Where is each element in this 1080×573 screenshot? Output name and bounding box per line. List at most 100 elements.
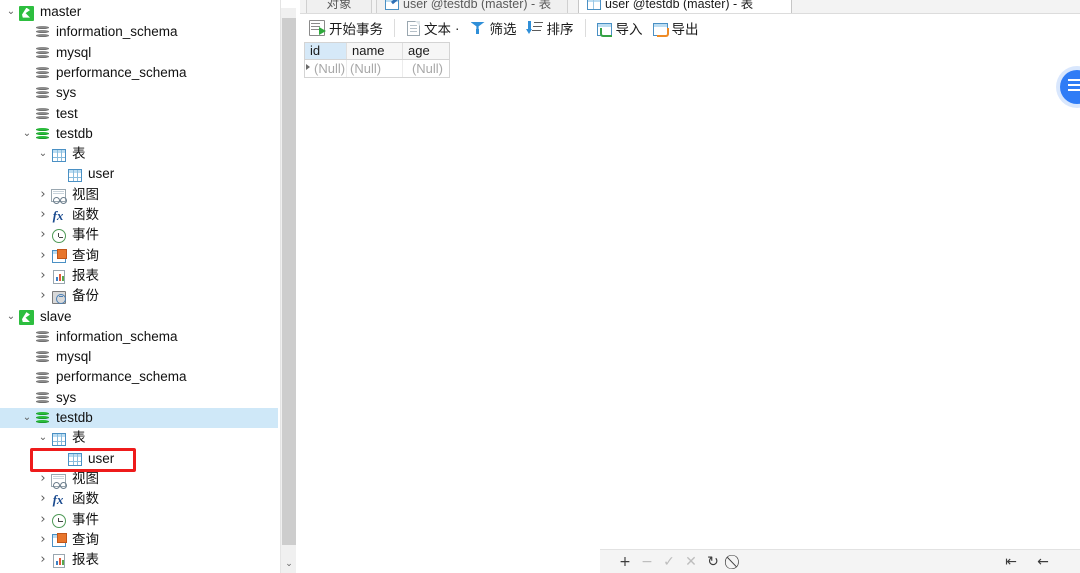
chevron-down-icon[interactable]: ⌄ (20, 408, 34, 428)
chevron-down-icon[interactable]: ⌄ (36, 144, 50, 164)
import-button[interactable]: 导入 (592, 16, 648, 40)
refresh-button[interactable]: ↻ (702, 552, 724, 572)
tree-item--[interactable]: › 报表 (0, 550, 278, 570)
database-icon (36, 67, 49, 81)
chevron-right-icon[interactable]: › (36, 225, 50, 245)
tree-item-information_schema[interactable]: information_schema (0, 327, 278, 347)
tree-item-test[interactable]: test (0, 104, 278, 124)
tree-item--[interactable]: › 备份 (0, 286, 278, 306)
cell-age[interactable]: (Null) (403, 60, 447, 77)
tree-item-user[interactable]: user (0, 164, 278, 184)
tree-item-label: 事件 (72, 511, 99, 527)
tree-item-slave[interactable]: ⌄ slave (0, 307, 278, 327)
tree-item--[interactable]: › 事件 (0, 225, 278, 245)
begin-transaction-icon (309, 20, 326, 36)
chevron-right-icon[interactable]: › (36, 510, 50, 530)
database-tree[interactable]: ⌄ master information_schema mysql performanc… (0, 0, 278, 573)
chevron-right-icon[interactable]: › (36, 530, 50, 550)
tree-item-icon (50, 268, 68, 285)
tree-item-mysql[interactable]: mysql (0, 43, 278, 63)
begin-transaction-label: 开始事务 (329, 22, 383, 37)
tab-objects[interactable]: 对象 (306, 0, 372, 13)
tree-item--[interactable]: › 查询 (0, 246, 278, 266)
chevron-down-icon[interactable]: ⌄ (36, 428, 50, 448)
chevron-right-icon[interactable]: › (36, 286, 50, 306)
scrollbar-thumb[interactable] (282, 18, 296, 545)
chevron-right-icon[interactable]: › (36, 246, 50, 266)
discard-change-button[interactable]: ✕ (680, 552, 702, 572)
tree-item--[interactable]: › 视图 (0, 469, 278, 489)
table-icon (68, 169, 82, 183)
chevron-right-icon[interactable]: › (36, 205, 50, 225)
sidebar-scrollbar[interactable]: ⌄ (280, 0, 296, 573)
tab-user-table-data[interactable]: user @testdb (master) - 表 (578, 0, 792, 13)
tree-item--[interactable]: › 查询 (0, 530, 278, 550)
tree-item--[interactable]: › fx 函数 (0, 489, 278, 509)
chevron-right-icon[interactable]: › (36, 469, 50, 489)
tree-item-testdb[interactable]: ⌄ testdb (0, 124, 278, 144)
chevron-down-icon[interactable]: ⌄ (4, 307, 18, 327)
tree-item-icon (50, 187, 68, 205)
previous-record-button[interactable]: ← (1032, 552, 1054, 572)
tree-item-performance_schema[interactable]: performance_schema (0, 63, 278, 83)
tree-item-user[interactable]: user (0, 449, 278, 469)
tree-item--[interactable]: ⌄ 表 (0, 144, 278, 164)
tree-item--[interactable]: › 报表 (0, 266, 278, 286)
filter-button[interactable]: 筛选 (465, 16, 522, 40)
table-icon (587, 0, 601, 10)
column-header-name[interactable]: name (347, 43, 403, 59)
tree-item--[interactable]: › 视图 (0, 185, 278, 205)
tree-item-icon (34, 390, 52, 406)
chevron-right-icon[interactable]: › (36, 185, 50, 205)
tree-item-icon (50, 227, 68, 244)
first-record-button[interactable]: ⇤ (1000, 552, 1022, 572)
column-header-age[interactable]: age (403, 43, 447, 59)
tree-item-performance_schema[interactable]: performance_schema (0, 367, 278, 387)
database-open-icon (36, 127, 49, 142)
backup-icon (52, 290, 66, 304)
tree-item-label: 函数 (72, 491, 99, 507)
chevron-right-icon[interactable]: › (36, 489, 50, 509)
chevron-right-icon[interactable]: › (36, 550, 50, 570)
tree-item-master[interactable]: ⌄ master (0, 2, 278, 22)
cell-id[interactable]: (Null) (305, 60, 347, 77)
tree-item--[interactable]: ⌄ 表 (0, 428, 278, 448)
export-button[interactable]: 导出 (648, 16, 704, 40)
tree-item-testdb[interactable]: ⌄ testdb (0, 408, 278, 429)
chevron-down-icon[interactable]: ⌄ (20, 124, 34, 144)
tree-item--[interactable]: › fx 函数 (0, 205, 278, 225)
cell-name[interactable]: (Null) (347, 60, 403, 77)
scroll-down-arrow-icon[interactable]: ⌄ (281, 555, 296, 573)
main-panel: 对象 user @testdb (master) - 表 user @testd… (300, 0, 1080, 573)
tree-item-information_schema[interactable]: information_schema (0, 22, 278, 42)
table-row[interactable]: (Null) (Null) (Null) (304, 60, 450, 78)
tree-item-icon (34, 85, 52, 101)
text-button[interactable]: 文本 · (401, 16, 465, 40)
sort-button[interactable]: 排序 (522, 16, 579, 40)
chevron-down-icon[interactable]: · (455, 21, 460, 36)
tree-item-sys[interactable]: sys (0, 388, 278, 408)
tree-item--[interactable]: › 事件 (0, 510, 278, 530)
data-grid[interactable]: id name age (Null) (Null) (Null) (304, 42, 450, 78)
data-toolbar: 开始事务 文本 · 筛选 排序 导入 导出 (300, 14, 1080, 42)
chevron-right-icon[interactable]: › (36, 266, 50, 286)
tab-user-table-editor[interactable]: user @testdb (master) - 表 (376, 0, 568, 13)
chevron-down-icon[interactable]: ⌄ (4, 2, 18, 22)
begin-transaction-button[interactable]: 开始事务 (304, 16, 388, 40)
tree-item-sys[interactable]: sys (0, 83, 278, 103)
tree-item-icon (18, 4, 36, 21)
add-record-button[interactable]: + (614, 552, 636, 572)
column-header-id[interactable]: id (305, 43, 347, 59)
tree-item-mysql[interactable]: mysql (0, 347, 278, 367)
import-label: 导入 (615, 22, 643, 37)
text-icon (407, 20, 420, 36)
tree-item-label: performance_schema (56, 369, 187, 385)
delete-record-button[interactable]: − (636, 552, 658, 572)
menu-badge-icon[interactable] (1060, 70, 1080, 104)
tree-item-label: user (88, 166, 115, 182)
tree-item-label: 备份 (72, 288, 99, 304)
tree-item-label: testdb (56, 410, 93, 425)
tree-item-icon (50, 512, 68, 528)
apply-change-button[interactable]: ✓ (658, 552, 680, 572)
stop-button[interactable]: ⃠ (724, 552, 746, 572)
